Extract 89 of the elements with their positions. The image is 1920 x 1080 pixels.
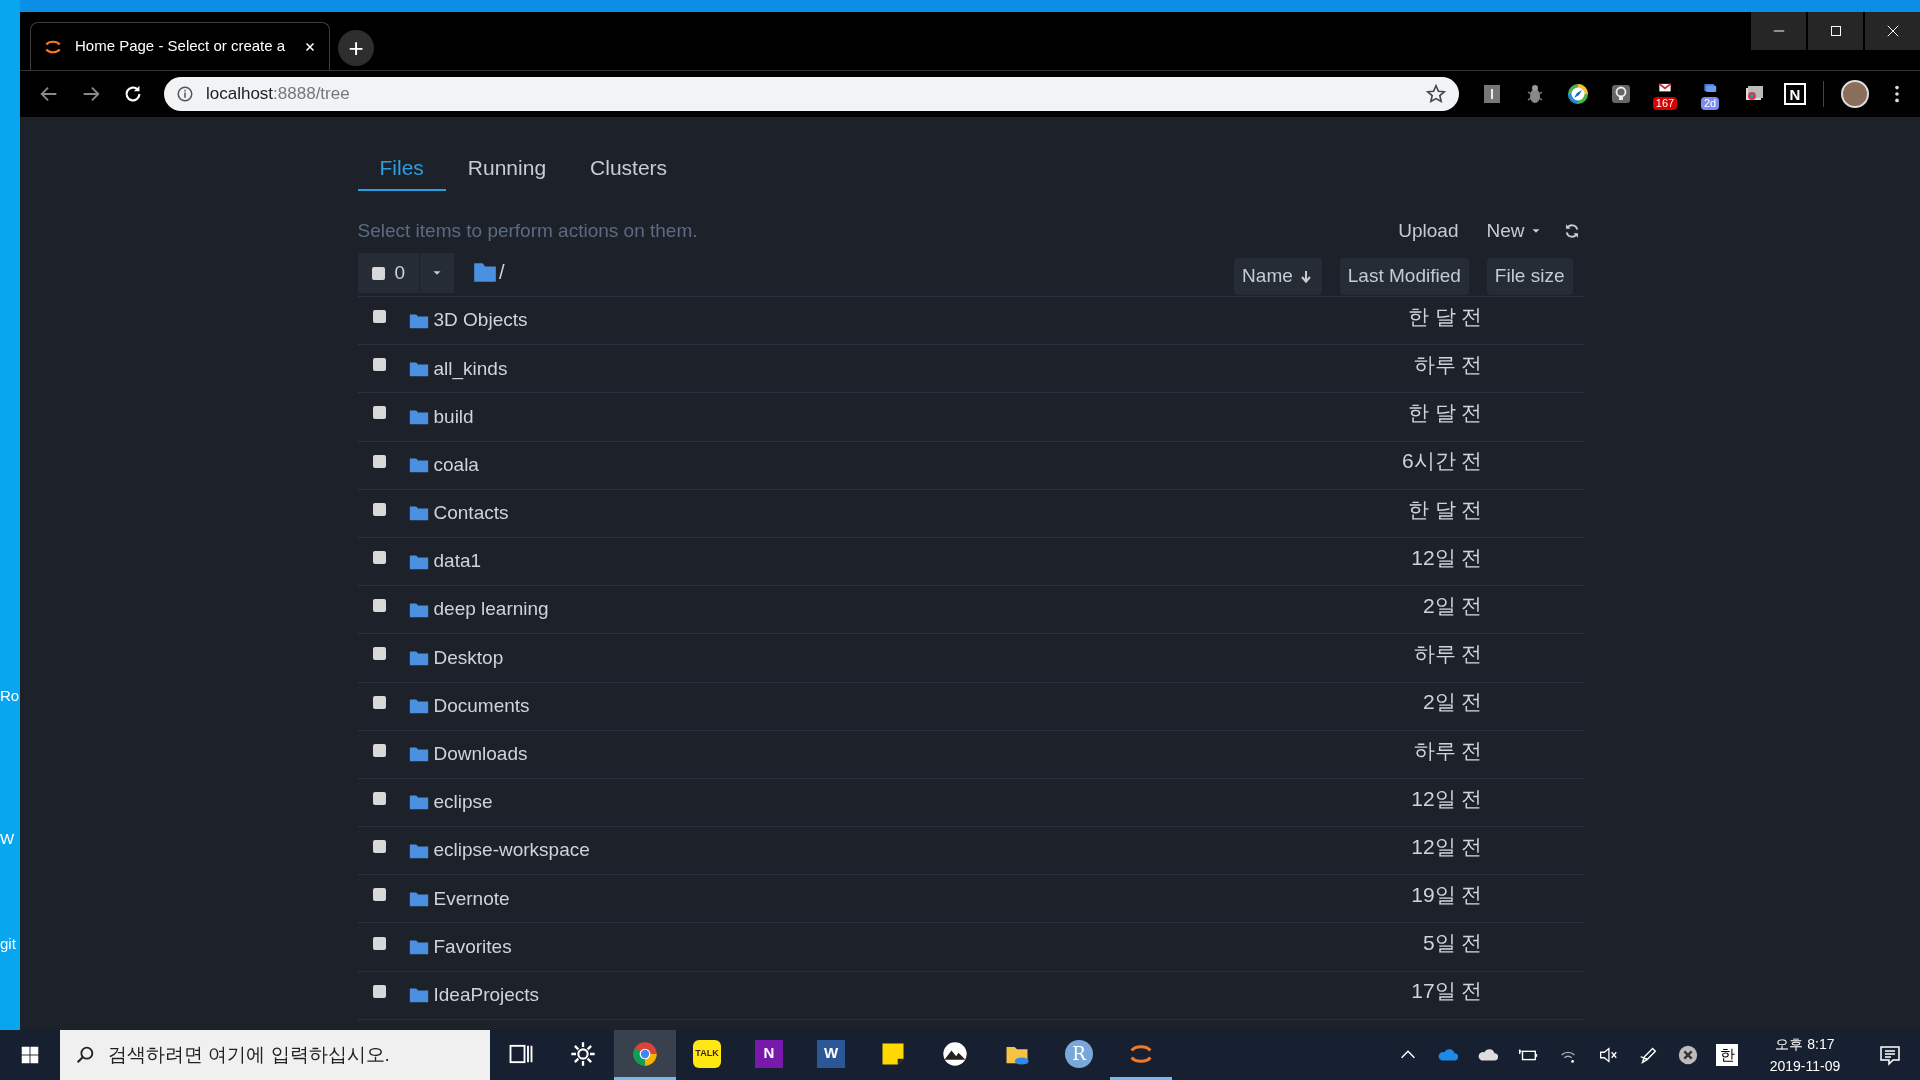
- desktop-icon-label: W: [0, 829, 15, 849]
- checkbox[interactable]: [372, 647, 386, 661]
- taskbar-button[interactable]: TALK: [676, 1030, 738, 1080]
- search-placeholder: 검색하려면 여기에 입력하십시오.: [108, 1042, 390, 1067]
- extension-badge: 2d: [1700, 97, 1720, 110]
- info-icon: [176, 85, 194, 103]
- sort-button[interactable]: Last Modified: [1339, 258, 1469, 295]
- file-name-link[interactable]: data1: [433, 547, 1412, 576]
- modified-time: 한 달 전: [1407, 400, 1483, 427]
- modified-time: 17일 전: [1411, 978, 1483, 1005]
- error-icon[interactable]: [1677, 1044, 1699, 1066]
- selected-count: 0: [394, 260, 406, 285]
- checkbox[interactable]: [372, 695, 386, 709]
- star-icon[interactable]: [1425, 83, 1447, 105]
- checkbox[interactable]: [372, 551, 386, 565]
- file-name-link[interactable]: Contacts: [433, 499, 1408, 528]
- checkbox[interactable]: [372, 791, 386, 805]
- file-name-link[interactable]: deep learning: [433, 595, 1423, 624]
- modified-time: 2일 전: [1423, 689, 1483, 716]
- checkbox[interactable]: [372, 310, 386, 324]
- modified-time: 12일 전: [1411, 544, 1483, 571]
- file-name-link[interactable]: eclipse-workspace: [433, 836, 1412, 865]
- tab[interactable]: Running: [445, 147, 569, 191]
- modified-time: 12일 전: [1411, 785, 1483, 812]
- modified-time: 하루 전: [1413, 737, 1483, 764]
- search-icon: [74, 1044, 96, 1066]
- speaker-muted-icon[interactable]: [1597, 1044, 1619, 1066]
- modified-time: 19일 전: [1411, 882, 1483, 909]
- desktop-icon-label: git: [0, 934, 16, 954]
- file-name-link[interactable]: 3D Objects: [433, 306, 1408, 335]
- ime-indicator[interactable]: 한: [1716, 1044, 1738, 1066]
- url-text: localhost:8888/tree: [206, 83, 351, 106]
- file-name-link[interactable]: all_kinds: [433, 354, 1414, 384]
- tab[interactable]: Clusters: [568, 147, 690, 191]
- sort-button[interactable]: File size: [1486, 258, 1573, 295]
- checkbox[interactable]: [372, 454, 386, 468]
- breadcrumb[interactable]: /: [499, 257, 505, 287]
- modified-time: 하루 전: [1413, 352, 1483, 379]
- tab-title: Home Page - Select or create a: [75, 36, 287, 57]
- notification-icon[interactable]: [1878, 1043, 1902, 1067]
- extension-badge: 167: [1652, 97, 1678, 110]
- file-name-link[interactable]: Favorites: [433, 932, 1423, 962]
- checkbox[interactable]: [372, 406, 386, 420]
- upload-button[interactable]: Upload: [1390, 216, 1467, 246]
- browser-tab[interactable]: Home Page - Select or create a: [30, 22, 330, 70]
- checkbox[interactable]: [371, 266, 385, 280]
- file-name-link[interactable]: eclipse: [433, 788, 1412, 817]
- checkbox[interactable]: [372, 888, 386, 902]
- taskbar-button[interactable]: N: [738, 1030, 800, 1080]
- taskbar-search-field[interactable]: 검색하려면 여기에 입력하십시오.: [60, 1030, 490, 1080]
- modified-time: 한 달 전: [1407, 496, 1483, 523]
- chrome-icon: [631, 1039, 659, 1068]
- file-name-link[interactable]: Downloads: [433, 740, 1414, 769]
- tab[interactable]: Files: [357, 147, 446, 191]
- file-name-link[interactable]: IdeaProjects: [433, 980, 1412, 1010]
- modified-time: 12일 전: [1411, 833, 1483, 860]
- address-bar[interactable]: localhost:8888/tree: [164, 77, 1459, 111]
- clock-time[interactable]: 오후 8:17: [1775, 1033, 1835, 1055]
- file-name-link[interactable]: Desktop: [433, 643, 1414, 673]
- checkbox[interactable]: [372, 743, 386, 757]
- modified-time: 6시간 전: [1402, 448, 1483, 475]
- checkbox[interactable]: [372, 502, 386, 516]
- mountain-icon: [941, 1039, 969, 1068]
- modified-time: 하루 전: [1413, 641, 1483, 668]
- checkbox[interactable]: [372, 358, 386, 372]
- file-name-link[interactable]: build: [433, 402, 1408, 432]
- bulb-icon[interactable]: [1609, 82, 1633, 106]
- avatar[interactable]: [1841, 80, 1869, 108]
- modified-time: 2일 전: [1423, 592, 1483, 619]
- file-name-link[interactable]: Documents: [433, 691, 1423, 721]
- modified-time: 한 달 전: [1407, 303, 1483, 330]
- checkbox[interactable]: [372, 984, 386, 998]
- clock-date[interactable]: 2019-11-09: [1769, 1055, 1841, 1077]
- checkbox[interactable]: [372, 599, 386, 613]
- checkbox[interactable]: [372, 936, 386, 950]
- extension-button[interactable]: N: [1784, 83, 1806, 105]
- sort-button[interactable]: Name: [1234, 258, 1322, 295]
- modified-time: 5일 전: [1423, 930, 1483, 957]
- gear-icon: [569, 1039, 597, 1068]
- compass-icon[interactable]: [1566, 82, 1590, 106]
- new-tab-button[interactable]: +: [338, 30, 374, 66]
- file-name-link[interactable]: coala: [433, 450, 1402, 480]
- checkbox[interactable]: [372, 840, 386, 854]
- desktop-icon-label: Ro: [0, 686, 20, 706]
- hint-text: Select items to perform actions on them.: [357, 218, 699, 243]
- file-name-link[interactable]: Evernote: [433, 884, 1412, 914]
- windows-start-icon[interactable]: [19, 1044, 41, 1066]
- taskbar-button[interactable]: W: [800, 1030, 862, 1080]
- new-button[interactable]: New: [1478, 216, 1551, 246]
